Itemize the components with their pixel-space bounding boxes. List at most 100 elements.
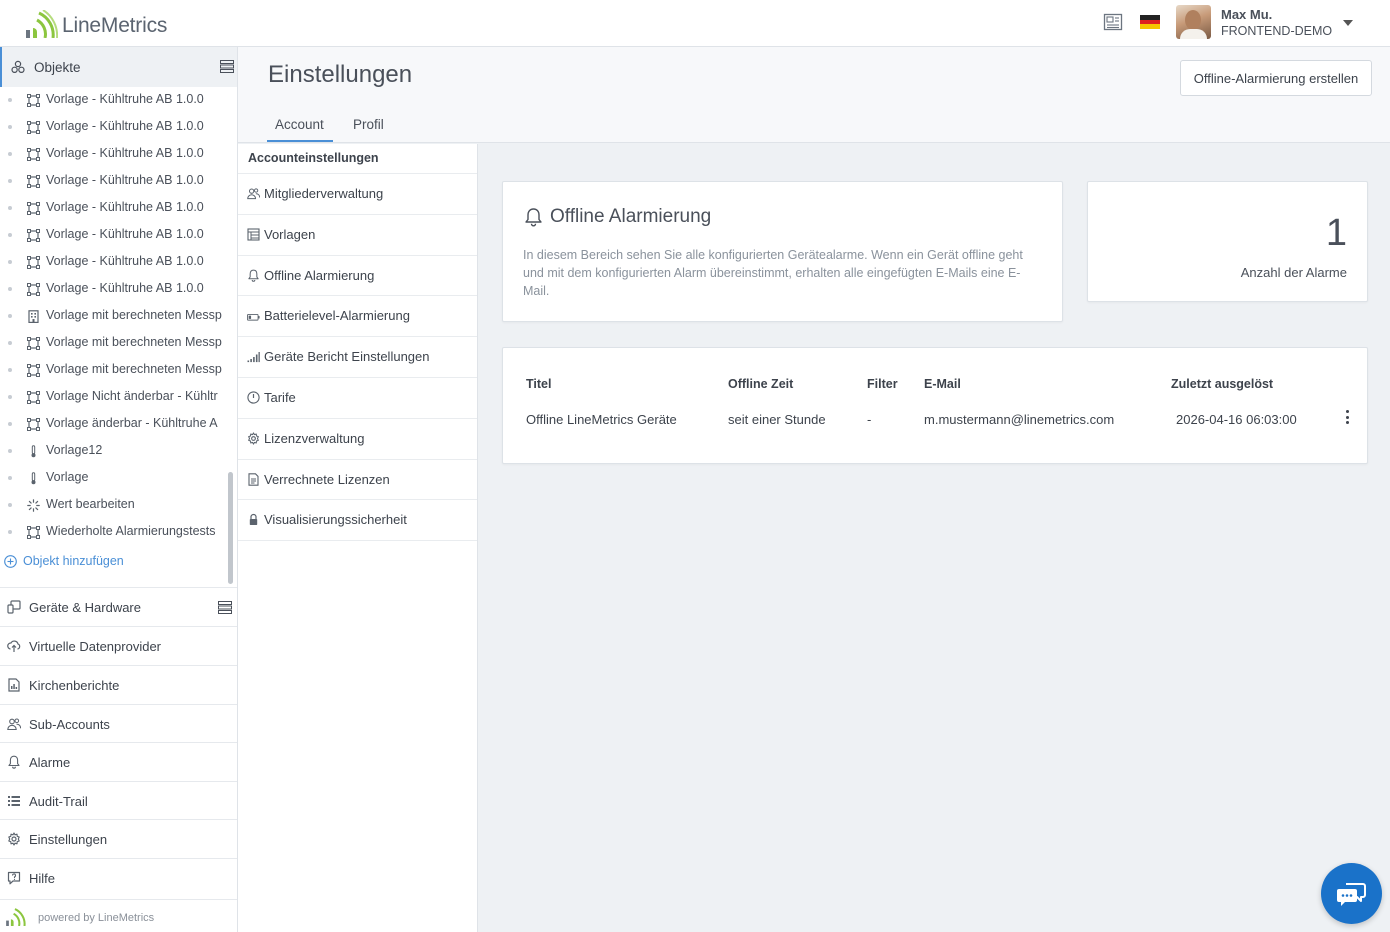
news-icon[interactable] [1103, 12, 1123, 32]
settings-item-lizenzverwaltung[interactable]: Lizenzverwaltung [238, 417, 477, 459]
sidebar-item-label: Audit-Trail [29, 794, 88, 809]
settings-item-tarife[interactable]: Tarife [238, 377, 477, 418]
tree-item-label: Vorlage - Kühltruhe AB 1.0.0 [46, 227, 204, 241]
column-header-title[interactable]: Titel [526, 377, 551, 391]
settings-item-label: Offline Alarmierung [264, 267, 375, 283]
sidebar-item-label: Einstellungen [29, 832, 108, 847]
settings-item-label: Geräte Bericht Einstellungen [264, 349, 430, 365]
lock-icon [247, 513, 260, 526]
settings-menu: Accounteinstellungen Mitgliederverwaltun… [238, 144, 478, 932]
linemetrics-logo[interactable]: LineMetrics [26, 8, 167, 38]
row-menu-icon[interactable] [1345, 410, 1351, 426]
add-object-button[interactable]: Objekt hinzufügen [4, 554, 124, 568]
tree-item[interactable]: Vorlage mit berechneten Messp [0, 330, 222, 357]
settings-item-label: Lizenzverwaltung [264, 430, 365, 446]
info-title: Offline Alarmierung [550, 206, 712, 227]
tree-item-label: Vorlage - Kühltruhe AB 1.0.0 [46, 200, 204, 214]
user-name[interactable]: Max Mu. [1221, 7, 1272, 22]
settings-item-mitgliederverwaltung[interactable]: Mitgliederverwaltung [238, 173, 477, 214]
tree-item[interactable]: Vorlage Nicht änderbar - Kühltr [0, 384, 222, 411]
tree-item-label: Vorlage mit berechneten Messp [46, 308, 222, 322]
users-icon [7, 717, 22, 731]
column-header-offline-time[interactable]: Offline Zeit [728, 377, 793, 391]
frame-icon [27, 256, 40, 269]
tree-item[interactable]: Wiederholte Alarmierungstests [0, 519, 222, 546]
frame-icon [27, 121, 40, 134]
tree-item[interactable]: Vorlage mit berechneten Messp [0, 303, 222, 330]
sidebar-item-alarme[interactable]: Alarme [0, 742, 237, 781]
list-icon [7, 794, 21, 808]
tree-bullet [8, 503, 12, 507]
tree-item[interactable]: Vorlage - Kühltruhe AB 1.0.0 [0, 249, 222, 276]
frame-icon [27, 337, 40, 350]
list-menu-icon[interactable] [220, 60, 234, 73]
settings-item-geräte-bericht-einstellungen[interactable]: Geräte Bericht Einstellungen [238, 336, 477, 377]
alarm-table: Titel Offline Zeit Filter E-Mail Zuletzt… [502, 347, 1368, 464]
tree-item[interactable]: Wert bearbeiten [0, 492, 222, 519]
settings-item-label: Visualisierungssicherheit [264, 512, 407, 528]
column-header-filter[interactable]: Filter [867, 377, 898, 391]
settings-item-batterielevel-alarmierung[interactable]: Batterielevel-Alarmierung [238, 295, 477, 336]
tree-item[interactable]: Vorlage - Kühltruhe AB 1.0.0 [0, 195, 222, 222]
tree-item[interactable]: Vorlage - Kühltruhe AB 1.0.0 [0, 114, 222, 141]
tree-item[interactable]: Vorlage - Kühltruhe AB 1.0.0 [0, 87, 222, 114]
sidebar-item-geräte-hardware[interactable]: Geräte & Hardware [0, 587, 237, 626]
tree-item[interactable]: Vorlage - Kühltruhe AB 1.0.0 [0, 168, 222, 195]
list-menu-icon[interactable] [218, 601, 232, 614]
tree-item[interactable]: Vorlage - Kühltruhe AB 1.0.0 [0, 141, 222, 168]
alarm-count-card: 1 Anzahl der Alarme [1087, 181, 1368, 302]
tab-account[interactable]: Account [275, 117, 324, 132]
create-offline-alarm-button[interactable]: Offline-Alarmierung erstellen [1180, 60, 1372, 96]
tab-active-indicator [267, 140, 333, 142]
tree-bullet [8, 341, 12, 345]
sidebar-item-hilfe[interactable]: Hilfe [0, 858, 237, 897]
tree-item[interactable]: Vorlage mit berechneten Messp [0, 357, 222, 384]
settings-item-verrechnete-lizenzen[interactable]: Verrechnete Lizenzen [238, 458, 477, 500]
bell-icon [525, 208, 542, 227]
logo-mark-icon [26, 10, 58, 38]
tree-bullet [8, 287, 12, 291]
sidebar-item-kirchenberichte[interactable]: Kirchenberichte [0, 665, 237, 704]
sidebar-objects-header[interactable]: Objekte [0, 47, 237, 87]
sidebar-item-virtuelle-datenprovider[interactable]: Virtuelle Datenprovider [0, 626, 237, 665]
column-header-last-triggered[interactable]: Zuletzt ausgelöst [1171, 377, 1273, 391]
sidebar-item-label: Sub-Accounts [29, 717, 110, 732]
tab-profil[interactable]: Profil [353, 117, 384, 132]
flag-de-icon[interactable] [1140, 15, 1160, 30]
signal-icon [247, 350, 260, 363]
settings-item-visualisierungssicherheit[interactable]: Visualisierungssicherheit [238, 499, 477, 540]
tree-bullet [8, 179, 12, 183]
frame-icon [27, 94, 40, 107]
bell-icon [7, 755, 21, 769]
tree-item[interactable]: Vorlage - Kühltruhe AB 1.0.0 [0, 276, 222, 303]
chevron-down-icon[interactable] [1343, 20, 1353, 26]
alarm-count: 1 [1325, 212, 1347, 254]
cell-title: Offline LineMetrics Geräte [526, 412, 677, 427]
settings-item-label: Tarife [264, 390, 296, 405]
sidebar-item-label: Virtuelle Datenprovider [29, 639, 161, 654]
tree-item[interactable]: Vorlage12 [0, 438, 222, 465]
sidebar-scrollbar[interactable] [228, 472, 233, 584]
column-header-email[interactable]: E-Mail [924, 377, 961, 391]
user-org[interactable]: FRONTEND-DEMO [1221, 24, 1332, 38]
chat-button[interactable] [1321, 863, 1382, 924]
tree-item[interactable]: Vorlage änderbar - Kühltruhe A [0, 411, 222, 438]
logo-mark-icon [6, 908, 26, 926]
avatar[interactable] [1176, 5, 1211, 39]
tree-item-label: Vorlage mit berechneten Messp [46, 335, 222, 349]
spinner-icon [27, 499, 40, 512]
object-tree: Vorlage - Kühltruhe AB 1.0.0 Vorlage - Kü… [0, 87, 222, 587]
settings-item-vorlagen[interactable]: Vorlagen [238, 213, 477, 255]
tree-bullet [8, 449, 12, 453]
settings-item-label: Mitgliederverwaltung [264, 186, 384, 201]
sidebar-item-audit-trail[interactable]: Audit-Trail [0, 781, 237, 820]
tree-item[interactable]: Vorlage [0, 465, 222, 492]
tree-item[interactable]: Vorlage - Kühltruhe AB 1.0.0 [0, 222, 222, 249]
sidebar-item-einstellungen[interactable]: Einstellungen [0, 819, 237, 858]
sidebar-item-label: Geräte & Hardware [29, 600, 141, 615]
settings-item-offline-alarmierung[interactable]: Offline Alarmierung [238, 254, 477, 296]
sidebar-item-sub-accounts[interactable]: Sub-Accounts [0, 704, 237, 743]
tree-item-label: Vorlage - Kühltruhe AB 1.0.0 [46, 119, 204, 133]
settings-item-label: Vorlagen [264, 226, 316, 242]
tree-item-label: Vorlage - Kühltruhe AB 1.0.0 [46, 146, 204, 160]
